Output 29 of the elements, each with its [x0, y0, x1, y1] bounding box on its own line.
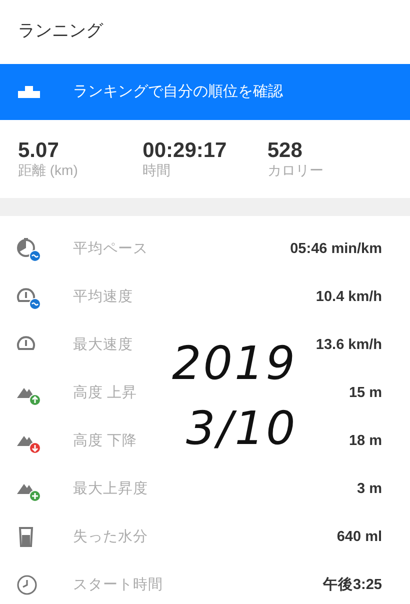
- metric-value: 13.6 km/h: [316, 336, 382, 356]
- metric-value: 3 m: [357, 480, 382, 500]
- stat-label: カロリー: [267, 162, 324, 179]
- metric-label: 最大速度: [73, 336, 134, 356]
- stat-value: 5.07: [18, 140, 60, 162]
- metric-label: スタート時間: [73, 576, 164, 596]
- metric-label: 高度 下降: [73, 432, 138, 452]
- metric-value: 18 m: [348, 432, 382, 452]
- metric-value: 15 m: [348, 384, 382, 404]
- metric-value: 午後3:25: [322, 576, 382, 596]
- podium-icon: [18, 86, 40, 98]
- stat-value: 00:29:17: [142, 140, 228, 162]
- metric-label: 最大上昇度: [73, 480, 149, 500]
- ranking-banner[interactable]: ランキングで自分の順位を確認: [0, 64, 410, 120]
- metric-label: 高度 上昇: [73, 384, 138, 404]
- stat-label: 時間: [142, 162, 172, 179]
- metric-label: 平均速度: [73, 288, 134, 308]
- metric-value: 10.4 km/h: [316, 288, 382, 308]
- speedometer-icon: [16, 286, 41, 310]
- handwritten-note: 2019: [172, 340, 298, 386]
- metric-label: 平均ペース: [73, 240, 149, 260]
- stat-value: 528: [267, 140, 304, 162]
- metric-label: 失った水分: [73, 528, 149, 548]
- metric-value: 05:46 min/km: [290, 240, 382, 260]
- screen-title: ランニング: [17, 20, 104, 42]
- metric-value: 640 ml: [336, 528, 382, 548]
- handwritten-note: 3/10: [186, 405, 298, 451]
- stat-label: 距離 (km): [18, 162, 79, 179]
- stopwatch-icon: [16, 238, 41, 262]
